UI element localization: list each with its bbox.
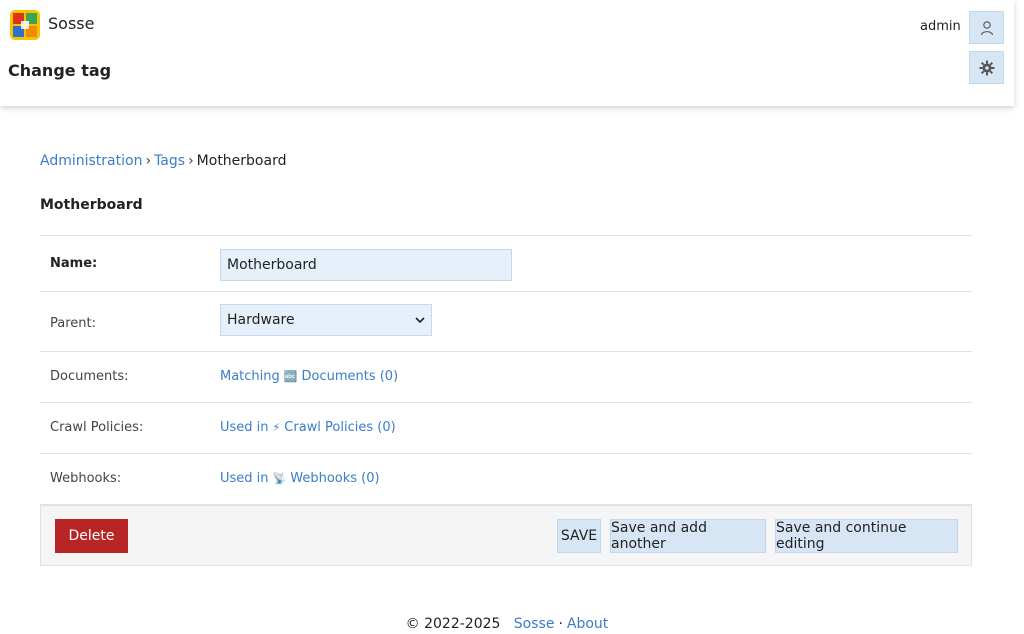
- copyright-text: © 2022-2025: [405, 616, 501, 632]
- crawl-policies-label: Crawl Policies:: [50, 420, 144, 435]
- sosse-logo-icon[interactable]: [8, 8, 42, 42]
- parent-label: Parent:: [50, 316, 96, 331]
- gear-icon: [979, 60, 994, 75]
- chevron-down-icon: [415, 317, 425, 324]
- abc-icon: 🔤: [283, 370, 298, 383]
- crawl-policies-link[interactable]: Used in ⚡ Crawl Policies (0): [220, 420, 396, 435]
- parent-selected-value: Hardware: [227, 312, 295, 328]
- submit-row: Delete SAVE Save and add another Save an…: [40, 505, 972, 566]
- breadcrumb: Administration › Tags › Motherboard: [40, 153, 286, 169]
- save-and-continue-button[interactable]: Save and continue editing: [775, 519, 958, 553]
- form-row-documents: Documents: Matching 🔤 Documents (0): [40, 352, 972, 403]
- breadcrumb-current: Motherboard: [196, 153, 287, 169]
- documents-link-prefix: Matching: [220, 369, 280, 384]
- form-row-parent: Parent: Hardware: [40, 292, 972, 352]
- footer-about-link[interactable]: About: [567, 616, 608, 632]
- footer-separator: ·: [558, 616, 563, 632]
- save-button[interactable]: SAVE: [557, 519, 601, 553]
- breadcrumb-separator: ›: [145, 153, 152, 169]
- settings-button[interactable]: [969, 51, 1004, 84]
- breadcrumb-tags[interactable]: Tags: [154, 153, 185, 169]
- name-label: Name:: [50, 256, 98, 271]
- crawl-link-prefix: Used in: [220, 420, 269, 435]
- save-and-add-another-button[interactable]: Save and add another: [610, 519, 766, 553]
- user-menu-button[interactable]: [969, 11, 1004, 44]
- form-row-name: Name:: [40, 236, 972, 292]
- footer-sosse-link[interactable]: Sosse: [514, 616, 555, 632]
- page-title: Change tag: [8, 61, 112, 80]
- form-row-webhooks: Webhooks: Used in 📡 Webhooks (0): [40, 454, 972, 505]
- name-input[interactable]: [220, 249, 512, 281]
- documents-label: Documents:: [50, 369, 129, 384]
- object-title: Motherboard: [40, 197, 143, 213]
- satellite-icon: 📡: [272, 472, 287, 485]
- app-name[interactable]: Sosse: [48, 14, 94, 33]
- username: admin: [920, 19, 961, 34]
- documents-link[interactable]: Matching 🔤 Documents (0): [220, 369, 398, 384]
- webhooks-label: Webhooks:: [50, 471, 122, 486]
- breadcrumb-separator: ›: [188, 153, 194, 169]
- footer: © 2022-2025 Sosse · About: [0, 616, 1014, 632]
- user-icon: [980, 20, 993, 35]
- webhooks-link[interactable]: Used in 📡 Webhooks (0): [220, 471, 380, 486]
- tag-form: Name: Parent: Hardware Documents: Matchi…: [40, 235, 972, 505]
- webhooks-link-prefix: Used in: [220, 471, 269, 486]
- breadcrumb-administration[interactable]: Administration: [40, 153, 142, 169]
- lightning-icon: ⚡: [272, 421, 281, 434]
- header: Sosse Change tag admin: [0, 0, 1014, 106]
- parent-select[interactable]: Hardware: [220, 304, 432, 336]
- documents-link-text: Documents (0): [301, 369, 399, 384]
- form-row-crawl-policies: Crawl Policies: Used in ⚡ Crawl Policies…: [40, 403, 972, 454]
- webhooks-link-text: Webhooks (0): [290, 471, 380, 486]
- delete-button[interactable]: Delete: [55, 519, 128, 553]
- crawl-link-text: Crawl Policies (0): [284, 420, 396, 435]
